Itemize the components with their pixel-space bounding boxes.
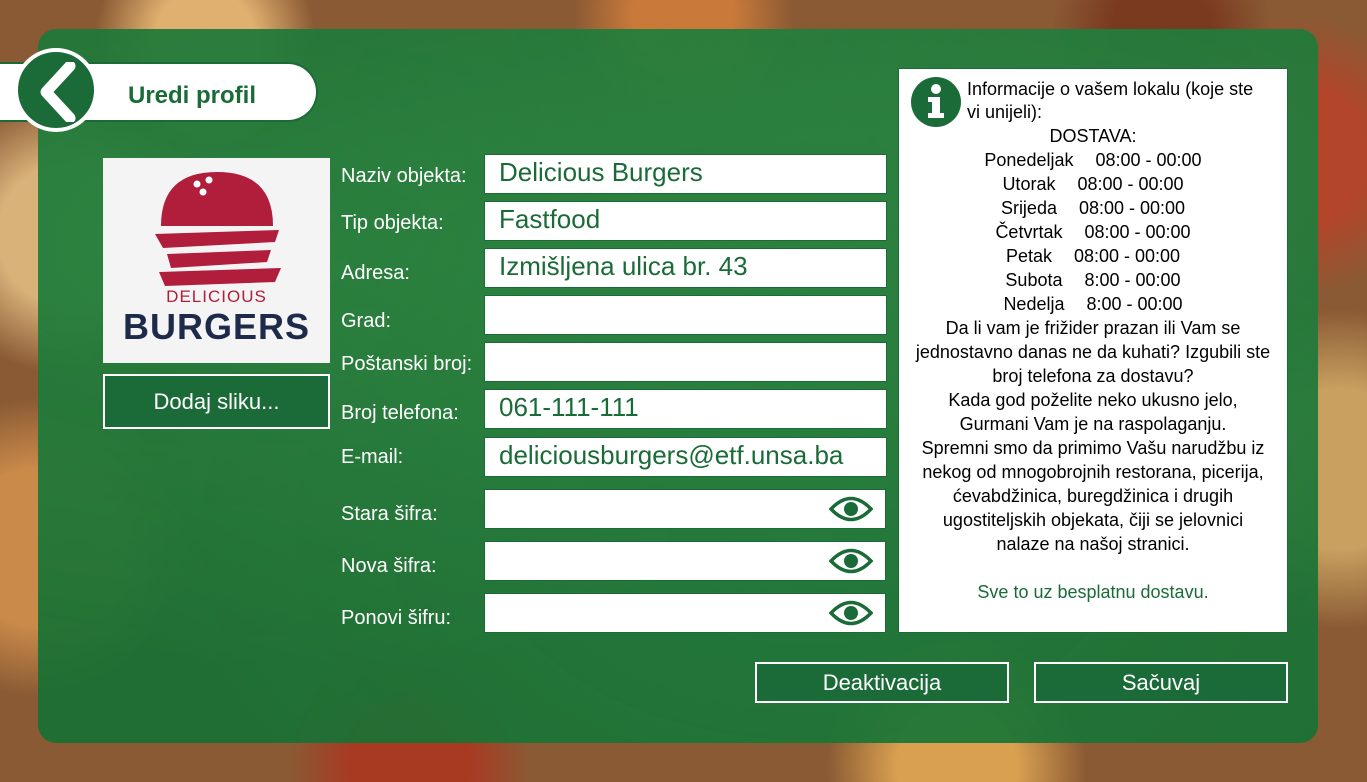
schedule-row: Petak 08:00 - 00:00 [899, 244, 1287, 268]
info-icon [911, 77, 961, 127]
page-title: Uredi profil [128, 82, 257, 109]
schedule-day: Ponedeljak [984, 150, 1074, 170]
schedule-hours: 8:00 - 00:00 [1084, 270, 1181, 290]
schedule-day: Nedelja [1003, 294, 1065, 314]
phone-field-value: 061-111-111 [499, 392, 639, 422]
new-password-label: Nova šifra: [341, 555, 437, 577]
old-password-field[interactable] [484, 489, 886, 529]
address-field[interactable]: Izmišljena ulica br. 43 [484, 248, 887, 288]
address-label: Adresa: [341, 262, 410, 284]
phone-label: Broj telefona: [341, 402, 459, 424]
postal-code-field[interactable] [484, 342, 887, 382]
old-password-label: Stara šifra: [341, 503, 438, 525]
email-field[interactable]: deliciousburgers@etf.unsa.ba [484, 437, 887, 477]
eye-icon[interactable] [829, 548, 873, 574]
description-line: broj telefona za dostavu? [992, 366, 1194, 386]
chevron-left-icon [40, 62, 76, 122]
type-field-value: Fastfood [499, 204, 601, 234]
schedule-day: Subota [1005, 270, 1063, 290]
schedule-hours: 08:00 - 00:00 [1078, 198, 1186, 218]
info-description: Da li vam je frižider prazan ili Vam se … [899, 316, 1287, 556]
schedule-row: Ponedeljak 08:00 - 00:00 [899, 148, 1287, 172]
schedule-list: Ponedeljak 08:00 - 00:00 Utorak 08:00 - 00… [899, 148, 1287, 316]
type-field[interactable]: Fastfood [484, 201, 887, 241]
schedule-hours: 08:00 - 00:00 [1077, 174, 1184, 194]
schedule-day: Četvrtak [995, 222, 1063, 242]
delivery-label: DOSTAVA: [1049, 126, 1137, 146]
profile-image: DELICIOUS BURGERS [103, 158, 330, 363]
description-line: Da li vam je frižider prazan ili Vam se [945, 318, 1241, 338]
schedule-row: Nedelja 8:00 - 00:00 [899, 292, 1287, 316]
name-field[interactable]: Delicious Burgers [484, 154, 887, 194]
save-button[interactable]: Sačuvaj [1034, 662, 1288, 703]
phone-field[interactable]: 061-111-111 [484, 389, 887, 429]
add-image-button[interactable]: Dodaj sliku... [103, 374, 330, 429]
schedule-row: Srijeda 08:00 - 00:00 [899, 196, 1287, 220]
name-label: Naziv objekta: [341, 165, 467, 187]
type-label: Tip objekta: [341, 212, 444, 234]
schedule-day: Petak [1005, 246, 1052, 266]
eye-icon[interactable] [829, 600, 873, 626]
schedule-hours: 8:00 - 00:00 [1086, 294, 1183, 314]
schedule-hours: 08:00 - 00:00 [1073, 246, 1181, 266]
schedule-hours: 08:00 - 00:00 [1095, 150, 1202, 170]
email-field-value: deliciousburgers@etf.unsa.ba [499, 440, 844, 470]
address-field-value: Izmišljena ulica br. 43 [499, 251, 748, 281]
logo-word-burgers: BURGERS [122, 306, 311, 347]
eye-icon[interactable] [829, 496, 873, 522]
description-line: jednostavno danas ne da kuhati? Izgubili… [915, 342, 1271, 362]
info-panel: Informacije o vašem lokalu (koje ste vi … [898, 68, 1288, 633]
schedule-row: Utorak 08:00 - 00:00 [899, 172, 1287, 196]
back-button[interactable] [14, 48, 98, 132]
description-line: Kada god poželite neko ukusno jelo, [948, 390, 1238, 410]
deactivate-button[interactable]: Deaktivacija [755, 662, 1009, 703]
schedule-row: Četvrtak 08:00 - 00:00 [899, 220, 1287, 244]
description-line: Spremni smo da primimo Vašu narudžbu iz [921, 438, 1265, 458]
info-heading: Informacije o vašem lokalu (koje ste vi … [967, 79, 1254, 122]
schedule-hours: 08:00 - 00:00 [1084, 222, 1191, 242]
repeat-password-field[interactable] [484, 593, 886, 633]
city-label: Grad: [341, 310, 392, 332]
city-field[interactable] [484, 295, 887, 335]
schedule-day: Utorak [1002, 174, 1056, 194]
name-field-value: Delicious Burgers [499, 157, 703, 187]
description-line: ćevabdžinica, buregdžinica i drugih [952, 486, 1234, 506]
schedule-row: Subota 8:00 - 00:00 [899, 268, 1287, 292]
description-line: ugostiteljskih objekata, čiji se jelovni… [942, 510, 1244, 530]
email-label: E-mail: [341, 446, 404, 468]
description-line: nekog od mnogobrojnih restorana, picerij… [922, 462, 1264, 482]
schedule-day: Srijeda [1000, 198, 1057, 218]
logo-word-delicious: DELICIOUS [166, 287, 267, 306]
description-line: Gurmani Vam je na raspolaganju. [959, 414, 1227, 434]
repeat-password-label: Ponovi šifru: [341, 607, 452, 629]
free-delivery-note: Sve to uz besplatnu dostavu. [977, 582, 1209, 602]
new-password-field[interactable] [484, 541, 886, 581]
description-line: nalaze na našoj stranici. [996, 534, 1190, 554]
postal-code-label: Poštanski broj: [341, 353, 473, 375]
